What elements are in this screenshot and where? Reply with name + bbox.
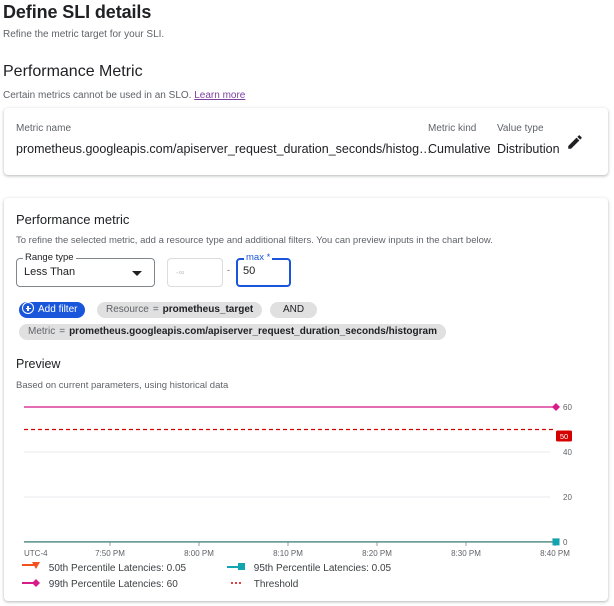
y-tick-label: 60 [563,403,572,412]
range-type-select[interactable]: Range type Less Than [16,252,155,287]
series-marker-square [552,538,560,546]
metric-kind-label: Metric kind [428,123,477,134]
max-input[interactable] [243,265,283,277]
preview-chart: 0 20 40 60 UTC-4 7:50 PM 8:00 PM 8:10 PM 8:20 PM… [24,403,572,558]
filter-chip-metric[interactable]: Metric = prometheus.googleapis.com/apiserv… [19,324,446,340]
square-icon [227,563,245,570]
diamond-icon [22,579,40,587]
series-marker-diamond [552,403,560,411]
legend-label: 50th Percentile Latencies: [48,563,164,574]
y-tick-label: 40 [563,448,572,457]
x-tick-label: 8:30 PM [451,549,481,558]
legend-value: 60 [166,579,178,590]
legend-label: Threshold [253,579,299,590]
filter-key: Metric [28,326,56,337]
x-tick-label: 8:20 PM [362,549,392,558]
and-chip[interactable]: AND [270,302,318,318]
add-filter-button[interactable]: Add filter [19,302,86,318]
section-title: Performance Metric [3,63,143,80]
add-circle-icon [22,302,34,314]
range-type-value: Less Than [24,266,76,278]
triangle-down-icon [22,562,40,569]
filter-op: = [59,326,66,337]
and-label: AND [283,304,305,315]
learn-more-link[interactable]: Learn more [194,90,245,101]
page-title: Define SLI details [3,2,152,22]
metric-name-value: prometheus.googleapis.com/apiserver_requ… [16,142,432,156]
value-type-value: Distribution [497,142,560,156]
preview-subtitle: Based on current parameters, using histo… [16,380,229,391]
filter-card-description: To refine the selected metric, add a res… [16,235,493,246]
min-field[interactable]: -∞ [167,258,223,287]
min-placeholder: -∞ [176,268,185,277]
x-tick-label: 8:40 PM [540,549,570,558]
y-tick-label: 0 [563,538,568,547]
legend-item-p95: 95th Percentile Latencies: 0.05 [227,562,391,574]
value-type-label: Value type [497,123,544,134]
timezone-label: UTC-4 [24,549,48,558]
max-label: max * [244,252,273,263]
range-separator: - [227,265,230,275]
filter-key: Resource [106,304,149,315]
legend-item-p50: 50th Percentile Latencies: 0.05 [22,562,186,574]
dropdown-arrow-icon [132,271,142,276]
filter-value: prometheus.googleapis.com/apiserver_requ… [69,326,437,337]
threshold-badge-label: 50 [560,432,568,441]
max-field[interactable]: max * [236,252,291,287]
metric-kind-value: Cumulative [428,142,491,156]
filter-card-title: Performance metric [16,212,130,227]
pencil-icon[interactable] [566,133,584,151]
legend-item-threshold: Threshold [227,578,298,590]
filter-chip-resource[interactable]: Resource = prometheus_target [97,302,263,318]
section-note-text: Certain metrics cannot be used in an SLO… [3,90,192,101]
range-type-label: Range type [23,252,76,263]
legend-label: 99th Percentile Latencies: [48,579,164,590]
y-tick-label: 20 [563,493,572,502]
legend-value: 0.05 [166,563,187,574]
page-subtitle: Refine the metric target for your SLI. [3,29,165,40]
x-tick-label: 8:10 PM [273,549,303,558]
legend-item-p99: 99th Percentile Latencies: 60 [22,578,178,590]
preview-title: Preview [16,357,61,371]
filter-value: prometheus_target [162,304,254,315]
dotted-line-icon [231,582,241,584]
metric-name-label: Metric name [16,123,72,134]
legend-value: 0.05 [371,563,392,574]
add-filter-label: Add filter [38,304,78,315]
legend-label: 95th Percentile Latencies: [253,563,369,574]
x-tick-label: 7:50 PM [95,549,125,558]
x-tick-label: 8:00 PM [184,549,214,558]
section-note: Certain metrics cannot be used in an SLO… [3,90,245,101]
filter-op: = [152,304,159,315]
